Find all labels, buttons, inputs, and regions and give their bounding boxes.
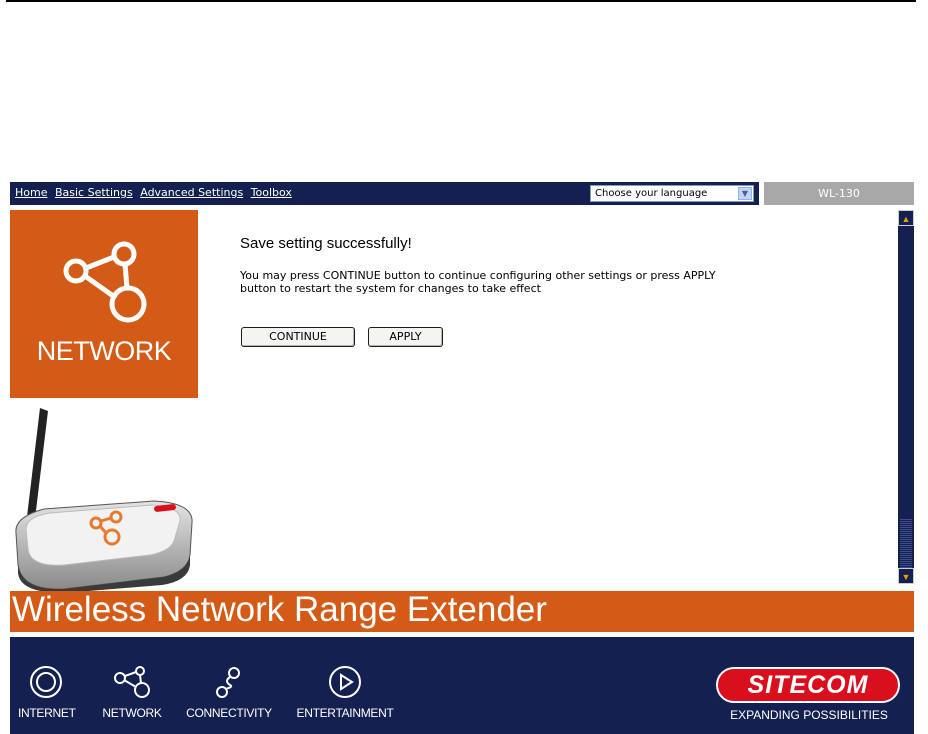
- logo-wordmark: SITECOM: [716, 667, 900, 703]
- network-section-tile: NETWORK: [10, 210, 198, 398]
- connectivity-icon: [216, 667, 240, 698]
- top-nav-bar: Home Basic Settings Advanced Settings To…: [10, 182, 759, 205]
- scroll-down-icon[interactable]: ▼: [898, 568, 914, 584]
- status-message-line-1: You may press CONTINUE button to continu…: [240, 269, 716, 282]
- language-select-value: Choose your language: [595, 188, 708, 199]
- footer-label-internet: INTERNET: [18, 706, 76, 720]
- footer-label-connectivity: CONNECTIVITY: [186, 706, 272, 720]
- logo-tagline: EXPANDING POSSIBILITIES: [730, 708, 888, 722]
- network-icon: [63, 241, 147, 323]
- top-rule: [6, 0, 916, 2]
- sitecom-logo[interactable]: SITECOM EXPANDING POSSIBILITIES: [716, 667, 902, 722]
- language-select[interactable]: Choose your language ▼: [590, 185, 754, 202]
- dropdown-arrow-icon[interactable]: ▼: [738, 187, 752, 200]
- footer-item-internet[interactable]: INTERNET: [18, 665, 76, 720]
- scroll-up-icon[interactable]: ▲: [898, 210, 914, 226]
- content-scrollbar[interactable]: ▲ ▼: [898, 210, 914, 584]
- footer-item-connectivity[interactable]: CONNECTIVITY: [180, 665, 278, 720]
- page-title: Save setting successfully!: [240, 235, 412, 252]
- scroll-track[interactable]: [898, 226, 914, 568]
- model-label: WL-130: [764, 182, 914, 205]
- footer-item-network[interactable]: NETWORK: [96, 665, 168, 720]
- product-banner: Wireless Network Range Extender: [10, 590, 914, 632]
- network-icon: [114, 666, 150, 698]
- footer: INTERNET NETWORK CONNECTIVITY ENTERTAINM…: [10, 637, 914, 734]
- status-message-line-2: button to restart the system for changes…: [240, 282, 541, 295]
- internet-icon: [30, 666, 62, 698]
- entertainment-icon: [329, 666, 361, 698]
- continue-button[interactable]: CONTINUE: [241, 327, 355, 347]
- nav-link-basic-settings[interactable]: Basic Settings: [55, 186, 133, 199]
- section-label: NETWORK: [36, 336, 172, 366]
- footer-item-entertainment[interactable]: ENTERTAINMENT: [290, 665, 400, 720]
- status-message: You may press CONTINUE button to continu…: [240, 269, 800, 295]
- scroll-thumb[interactable]: [900, 518, 912, 568]
- nav-link-toolbox[interactable]: Toolbox: [251, 186, 292, 199]
- nav-link-advanced-settings[interactable]: Advanced Settings: [140, 186, 243, 199]
- banner-title: Wireless Network Range Extender: [12, 590, 547, 629]
- apply-button[interactable]: APPLY: [368, 327, 443, 347]
- nav-link-home[interactable]: Home: [15, 186, 47, 199]
- footer-label-entertainment: ENTERTAINMENT: [296, 706, 394, 720]
- range-extender-device-image: [15, 408, 193, 591]
- nav-links: Home Basic Settings Advanced Settings To…: [15, 186, 296, 199]
- footer-label-network: NETWORK: [102, 706, 162, 720]
